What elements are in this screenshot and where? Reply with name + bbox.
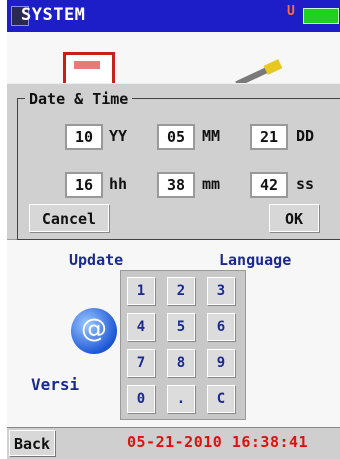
key-dot[interactable]: . (167, 385, 195, 413)
key-clear[interactable]: C (207, 385, 235, 413)
usb-icon: U (287, 4, 295, 19)
key-9[interactable]: 9 (207, 349, 235, 377)
key-0[interactable]: 0 (127, 385, 155, 413)
status-datetime: 05-21-2010 16:38:41 (127, 433, 309, 451)
update-label[interactable]: Update (69, 251, 123, 269)
month-field[interactable]: 05 (157, 124, 195, 150)
hour-unit-label: hh (109, 175, 128, 193)
key-8[interactable]: 8 (167, 349, 195, 377)
version-icon[interactable]: @ (71, 308, 117, 354)
key-1[interactable]: 1 (127, 277, 155, 305)
device-screen: SYSTEM U Update Language @ Versi Date & … (7, 0, 340, 459)
key-2[interactable]: 2 (167, 277, 195, 305)
key-3[interactable]: 3 (207, 277, 235, 305)
key-6[interactable]: 6 (207, 313, 235, 341)
month-unit-label: MM (202, 127, 221, 145)
status-bar: Back 05-21-2010 16:38:41 (7, 427, 340, 459)
group-title: Date & Time (25, 90, 133, 108)
key-5[interactable]: 5 (167, 313, 195, 341)
second-field[interactable]: 42 (250, 172, 288, 198)
day-field[interactable]: 21 (250, 124, 288, 150)
ok-button[interactable]: OK (269, 204, 319, 232)
cancel-button[interactable]: Cancel (29, 204, 109, 232)
language-label[interactable]: Language (219, 251, 291, 269)
second-unit-label: ss (296, 175, 315, 193)
window-title: SYSTEM (21, 5, 86, 25)
year-field[interactable]: 10 (65, 124, 103, 150)
year-unit-label: YY (109, 127, 128, 145)
version-label[interactable]: Versi (31, 375, 79, 394)
minute-field[interactable]: 38 (157, 172, 195, 198)
day-unit-label: DD (296, 127, 315, 145)
date-time-dialog: Date & Time 10 YY 05 MM 21 DD 16 hh 38 m… (7, 83, 340, 240)
title-bar: SYSTEM U (7, 0, 340, 32)
numeric-keypad: 1 2 3 4 5 6 7 8 9 0 . C (120, 270, 246, 420)
battery-icon (303, 8, 339, 24)
key-4[interactable]: 4 (127, 313, 155, 341)
back-button[interactable]: Back (9, 430, 55, 456)
at-sign-glyph: @ (81, 314, 107, 344)
key-7[interactable]: 7 (127, 349, 155, 377)
hour-field[interactable]: 16 (65, 172, 103, 198)
minute-unit-label: mm (202, 175, 221, 193)
